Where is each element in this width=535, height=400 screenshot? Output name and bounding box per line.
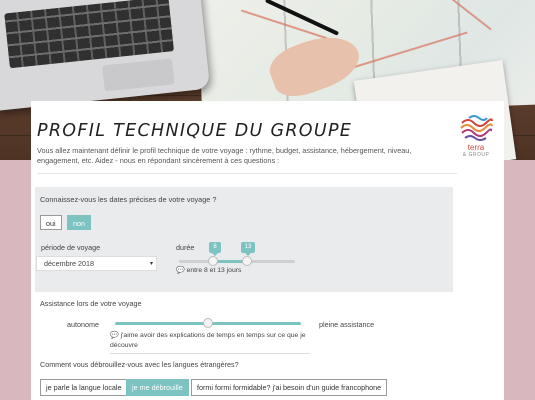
language-option-manage[interactable]: je me débrouille [126, 379, 189, 396]
chevron-down-icon: ▾ [149, 261, 153, 267]
language-option-local[interactable]: je parle la langue locale [40, 379, 128, 396]
dates-question: Connaissez-vous les dates précises de vo… [40, 195, 217, 204]
divider [37, 173, 457, 174]
duration-label: durée [176, 243, 195, 252]
language-option-guide[interactable]: formi formi formidable? j'ai besoin d'un… [191, 379, 388, 396]
assistance-slider-handle[interactable] [203, 318, 213, 328]
yes-button[interactable]: oui [40, 215, 62, 230]
assistance-label: Assistance lors de votre voyage [40, 299, 142, 308]
divider [110, 353, 310, 354]
page-title: PROFIL TECHNIQUE DU GROUPE [37, 121, 353, 141]
period-select[interactable]: décembre 2018 ▾ [36, 256, 157, 271]
duration-max-tooltip: 13 [241, 242, 255, 256]
speech-bubble-icon: 💬 [110, 332, 119, 339]
assistance-note: 💬 j'aime avoir des explications de temps… [110, 331, 310, 351]
dates-panel: Connaissez-vous les dates précises de vo… [35, 187, 453, 292]
period-label: période de voyage [41, 243, 101, 252]
terra-group-logo: terra & GROUP [459, 113, 493, 158]
logo-text: terra [467, 143, 485, 152]
duration-summary-text: entre 8 et 13 jours [186, 267, 242, 274]
duration-summary: 💬 entre 8 et 13 jours [176, 266, 241, 276]
profile-form-card: terra & GROUP PROFIL TECHNIQUE DU GROUPE… [31, 101, 504, 400]
assistance-left-label: autonome [67, 320, 99, 329]
intro-text: Vous allez maintenant définir le profil … [37, 146, 412, 165]
assistance-right-label: pleine assistance [319, 320, 375, 329]
no-button[interactable]: non [67, 215, 91, 230]
duration-max-handle[interactable] [242, 256, 252, 266]
assistance-note-text: j'aime avoir des explications de temps e… [110, 332, 306, 349]
speech-bubble-icon: 💬 [176, 267, 185, 274]
duration-min-tooltip: 8 [209, 242, 221, 256]
languages-question: Comment vous débrouillez-vous avec les l… [40, 360, 239, 369]
logo-icon [460, 115, 493, 141]
duration-min-handle[interactable] [208, 256, 218, 266]
logo-subtext: & GROUP [462, 152, 490, 158]
period-select-value: décembre 2018 [44, 259, 94, 268]
